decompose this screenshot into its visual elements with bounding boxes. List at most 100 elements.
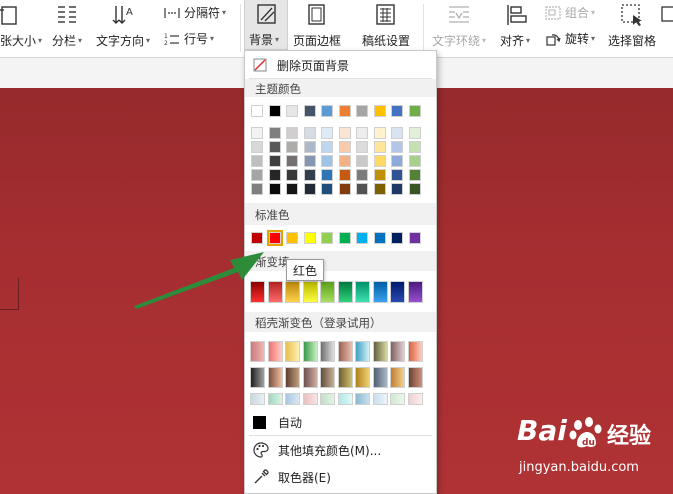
- manuscript-button[interactable]: 稿纸设置: [362, 32, 410, 49]
- gradient-fill-swatch[interactable]: [390, 281, 405, 303]
- theme-shade-swatch[interactable]: [338, 183, 351, 195]
- theme-shade-swatch[interactable]: [356, 183, 368, 195]
- theme-shade-swatch[interactable]: [408, 127, 421, 139]
- docer-gradient-swatch[interactable]: [337, 367, 353, 388]
- line-number-button[interactable]: 12 行号 ▾: [164, 30, 214, 47]
- theme-shade-swatch[interactable]: [321, 169, 333, 181]
- docer-gradient-swatch[interactable]: [285, 341, 300, 362]
- theme-shade-swatch[interactable]: [251, 141, 263, 153]
- group-button[interactable]: 组合 ▾: [545, 4, 595, 21]
- theme-color-swatch[interactable]: [286, 105, 298, 117]
- theme-color-swatch[interactable]: [373, 105, 386, 117]
- theme-shade-swatch[interactable]: [373, 127, 386, 139]
- theme-shade-swatch[interactable]: [391, 141, 403, 153]
- docer-gradient-swatch[interactable]: [355, 341, 370, 362]
- theme-shade-swatch[interactable]: [391, 169, 403, 181]
- gradient-fill-swatch[interactable]: [285, 281, 300, 303]
- theme-shade-swatch[interactable]: [303, 183, 316, 195]
- theme-shade-swatch[interactable]: [268, 169, 281, 181]
- text-direction-button[interactable]: 文字方向 ▾: [96, 32, 150, 49]
- theme-color-swatch[interactable]: [268, 105, 281, 117]
- gradient-fill-swatch[interactable]: [407, 281, 423, 303]
- eyedropper-item[interactable]: 取色器(E): [245, 465, 436, 489]
- docer-gradient-swatch[interactable]: [372, 393, 388, 405]
- docer-gradient-swatch[interactable]: [355, 367, 370, 388]
- columns-button[interactable]: 分栏 ▾: [52, 32, 82, 49]
- standard-color-swatch[interactable]: [391, 232, 403, 244]
- docer-gradient-swatch[interactable]: [267, 393, 283, 405]
- docer-gradient-swatch[interactable]: [407, 341, 423, 362]
- docer-gradient-swatch[interactable]: [302, 367, 318, 388]
- theme-shade-swatch[interactable]: [408, 141, 421, 153]
- docer-gradient-swatch[interactable]: [337, 393, 353, 405]
- separator-button[interactable]: 分隔符 ▾: [164, 4, 226, 21]
- theme-shade-swatch[interactable]: [338, 169, 351, 181]
- docer-gradient-swatch[interactable]: [407, 367, 423, 388]
- docer-gradient-swatch[interactable]: [355, 393, 370, 405]
- remove-background-item[interactable]: 删除页面背景: [245, 53, 436, 77]
- auto-color-item[interactable]: 自动: [245, 410, 436, 434]
- theme-shade-swatch[interactable]: [268, 155, 281, 167]
- docer-gradient-swatch[interactable]: [267, 341, 283, 362]
- docer-gradient-swatch[interactable]: [267, 367, 283, 388]
- docer-gradient-swatch[interactable]: [372, 341, 388, 362]
- theme-shade-swatch[interactable]: [268, 183, 281, 195]
- theme-color-swatch[interactable]: [251, 105, 263, 117]
- align-button[interactable]: 对齐 ▾: [500, 32, 530, 49]
- theme-shade-swatch[interactable]: [286, 183, 298, 195]
- docer-gradient-swatch[interactable]: [320, 341, 335, 362]
- theme-shade-swatch[interactable]: [391, 155, 403, 167]
- theme-shade-swatch[interactable]: [303, 127, 316, 139]
- theme-shade-swatch[interactable]: [303, 169, 316, 181]
- theme-shade-swatch[interactable]: [286, 141, 298, 153]
- page-border-button[interactable]: 页面边框: [293, 32, 341, 49]
- standard-color-red-swatch[interactable]: [266, 230, 283, 246]
- paper-size-button[interactable]: 纸张大小▾: [0, 32, 42, 49]
- standard-color-swatch[interactable]: [356, 232, 368, 244]
- docer-gradient-swatch[interactable]: [337, 341, 353, 362]
- theme-color-swatch[interactable]: [391, 105, 403, 117]
- theme-shade-swatch[interactable]: [303, 155, 316, 167]
- theme-shade-swatch[interactable]: [391, 183, 403, 195]
- theme-shade-swatch[interactable]: [251, 155, 263, 167]
- theme-shade-swatch[interactable]: [251, 183, 263, 195]
- theme-color-swatch[interactable]: [356, 105, 368, 117]
- theme-shade-swatch[interactable]: [286, 155, 298, 167]
- theme-shade-swatch[interactable]: [373, 155, 386, 167]
- docer-gradient-swatch[interactable]: [302, 341, 318, 362]
- theme-shade-swatch[interactable]: [356, 141, 368, 153]
- gradient-fill-swatch[interactable]: [355, 281, 370, 303]
- gradient-fill-swatch[interactable]: [337, 281, 353, 303]
- theme-shade-swatch[interactable]: [321, 183, 333, 195]
- rotate-button[interactable]: 旋转 ▾: [545, 30, 595, 47]
- text-wrap-button[interactable]: 文字环绕 ▾: [432, 32, 486, 49]
- theme-shade-swatch[interactable]: [338, 155, 351, 167]
- docer-gradient-swatch[interactable]: [320, 393, 335, 405]
- standard-color-swatch[interactable]: [303, 232, 316, 244]
- theme-color-swatch[interactable]: [408, 105, 421, 117]
- gradient-fill-swatch[interactable]: [320, 281, 335, 303]
- theme-shade-swatch[interactable]: [321, 127, 333, 139]
- theme-shade-swatch[interactable]: [356, 127, 368, 139]
- docer-gradient-swatch[interactable]: [407, 393, 423, 405]
- standard-color-swatch[interactable]: [373, 232, 386, 244]
- theme-shade-swatch[interactable]: [338, 141, 351, 153]
- docer-gradient-swatch[interactable]: [250, 367, 265, 388]
- theme-shade-swatch[interactable]: [373, 183, 386, 195]
- docer-gradient-swatch[interactable]: [320, 367, 335, 388]
- standard-color-swatch[interactable]: [408, 232, 421, 244]
- theme-shade-swatch[interactable]: [321, 155, 333, 167]
- standard-color-swatch[interactable]: [338, 232, 351, 244]
- theme-color-swatch[interactable]: [338, 105, 351, 117]
- standard-color-swatch[interactable]: [286, 232, 298, 244]
- docer-gradient-swatch[interactable]: [302, 393, 318, 405]
- docer-gradient-swatch[interactable]: [250, 393, 265, 405]
- theme-shade-swatch[interactable]: [251, 127, 263, 139]
- docer-gradient-swatch[interactable]: [390, 341, 405, 362]
- theme-shade-swatch[interactable]: [373, 141, 386, 153]
- gradient-fill-swatch[interactable]: [372, 281, 388, 303]
- theme-color-swatch[interactable]: [303, 105, 316, 117]
- theme-shade-swatch[interactable]: [356, 155, 368, 167]
- theme-shade-swatch[interactable]: [286, 127, 298, 139]
- theme-shade-swatch[interactable]: [391, 127, 403, 139]
